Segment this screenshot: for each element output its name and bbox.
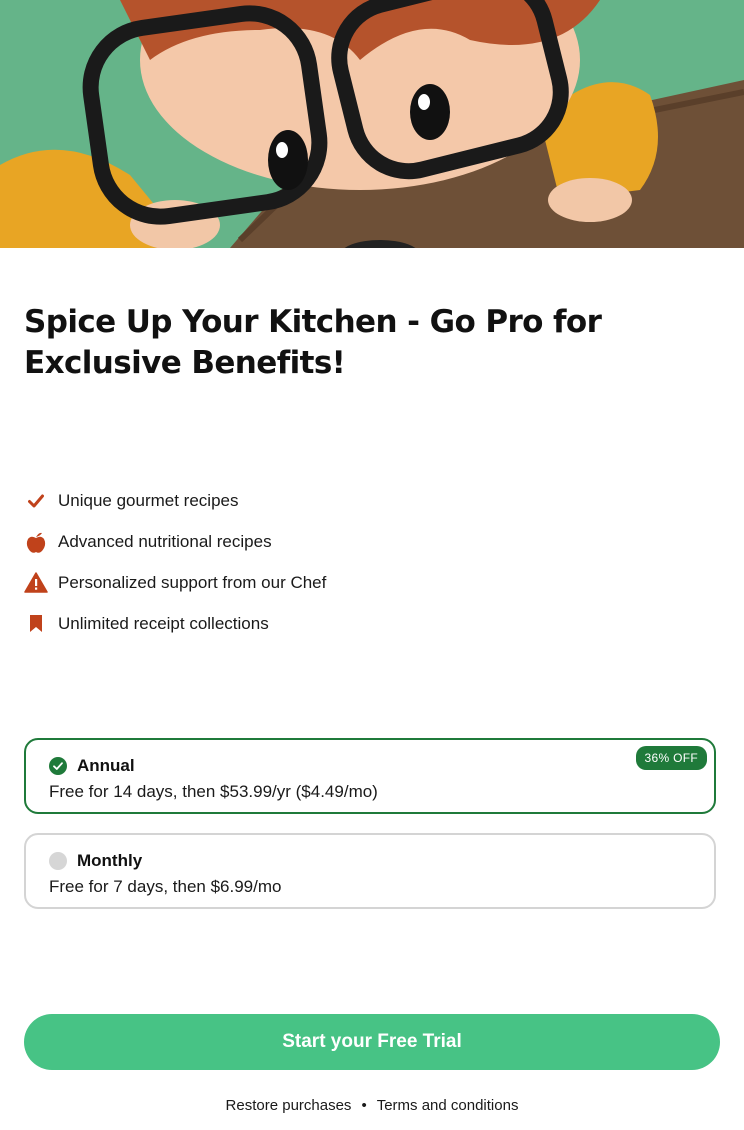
start-free-trial-button[interactable]: Start your Free Trial xyxy=(24,1014,720,1070)
restore-purchases-link[interactable]: Restore purchases xyxy=(226,1097,352,1114)
hero-illustration xyxy=(0,0,744,248)
plan-name: Monthly xyxy=(77,851,143,870)
page-title: Spice Up Your Kitchen - Go Pro for Exclu… xyxy=(24,304,602,381)
feature-item-collections: Unlimited receipt collections xyxy=(24,603,704,644)
feature-label: Unique gourmet recipes xyxy=(58,490,239,510)
feature-list: Unique gourmet recipes Advanced nutritio… xyxy=(24,480,704,644)
checkmark-icon xyxy=(24,489,48,513)
feature-item-nutrition: Advanced nutritional recipes xyxy=(24,521,704,562)
plan-detail: Free for 14 days, then $53.99/yr ($4.49/… xyxy=(49,782,378,801)
feature-item-support: Personalized support from our Chef xyxy=(24,562,704,603)
plan-option-monthly[interactable]: Monthly Free for 7 days, then $6.99/mo xyxy=(24,833,716,909)
bookmark-icon xyxy=(24,612,48,636)
footer-links: Restore purchases • Terms and conditions xyxy=(0,1097,744,1114)
terms-and-conditions-link[interactable]: Terms and conditions xyxy=(377,1097,519,1114)
plan-name: Annual xyxy=(77,756,135,775)
feature-label: Personalized support from our Chef xyxy=(58,572,327,592)
discount-badge: 36% OFF xyxy=(635,746,707,770)
selected-check-icon[interactable] xyxy=(49,757,67,775)
feature-item-recipes: Unique gourmet recipes xyxy=(24,480,704,521)
unselected-radio-icon[interactable] xyxy=(49,852,67,870)
feature-label: Unlimited receipt collections xyxy=(58,613,269,633)
hero-illustration-art xyxy=(0,0,744,248)
plan-detail: Free for 7 days, then $6.99/mo xyxy=(49,877,282,896)
footer-separator: • xyxy=(361,1097,367,1114)
plan-option-annual[interactable]: Annual Free for 14 days, then $53.99/yr … xyxy=(24,738,716,814)
feature-label: Advanced nutritional recipes xyxy=(58,531,272,551)
warning-triangle-icon xyxy=(24,571,48,595)
apple-icon xyxy=(24,530,48,554)
